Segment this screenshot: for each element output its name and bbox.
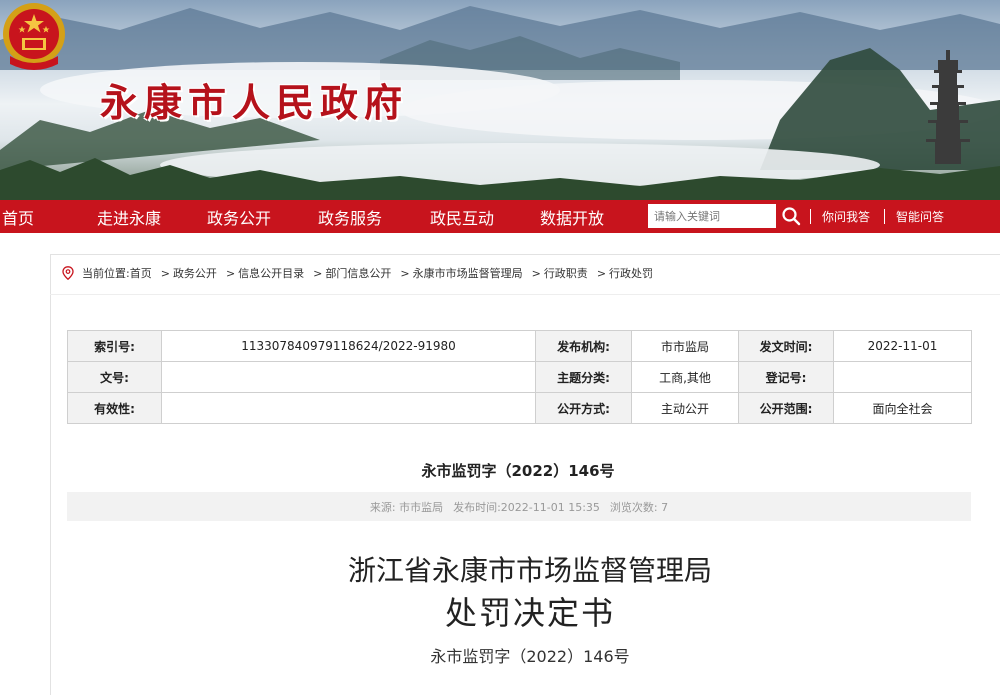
table-row: 索引号: 113307840979118624/2022-91980 发布机构:… — [67, 330, 972, 362]
header-banner: 永康市人民政府 — [0, 0, 1000, 200]
nav-home[interactable]: 首页 — [2, 205, 34, 229]
table-row: 文号: 主题分类: 工商,其他 登记号: — [67, 361, 972, 393]
breadcrumb-separator: > — [596, 266, 607, 280]
breadcrumb-prefix: 当前位置: — [82, 267, 130, 280]
meta-label-doc-number: 文号: — [67, 361, 162, 393]
breadcrumb-item-catalog[interactable]: 信息公开目录 — [238, 265, 304, 281]
nav-gov-services[interactable]: 政务服务 — [318, 205, 382, 229]
location-pin-icon — [62, 266, 74, 280]
breadcrumb-item-duties[interactable]: 行政职责 — [544, 265, 588, 281]
meta-value-topic: 工商,其他 — [631, 361, 739, 393]
meta-value-open-scope: 面向全社会 — [833, 392, 972, 424]
breadcrumb-item-dept-open[interactable]: 部门信息公开 — [325, 265, 391, 281]
document-publish-time: 发布时间:2022-11-01 15:35 — [453, 500, 600, 514]
document-source: 来源: 市市监局 — [369, 500, 444, 514]
document-meta-table: 索引号: 113307840979118624/2022-91980 发布机构:… — [67, 330, 972, 424]
meta-label-validity: 有效性: — [67, 392, 162, 424]
nav-about[interactable]: 走进永康 — [97, 205, 161, 229]
breadcrumb-item-penalty[interactable]: 行政处罚 — [609, 265, 653, 281]
breadcrumb-divider — [50, 294, 1000, 295]
breadcrumb-item-gov-open[interactable]: 政务公开 — [173, 265, 217, 281]
document-info-bar: 来源: 市市监局 发布时间:2022-11-01 15:35 浏览次数: 7 — [67, 492, 971, 521]
nav-divider — [810, 209, 811, 224]
meta-label-registration: 登记号: — [738, 361, 834, 393]
nav-divider — [884, 209, 885, 224]
meta-label-topic: 主题分类: — [535, 361, 632, 393]
breadcrumb-separator: > — [160, 266, 170, 280]
site-title[interactable]: 永康市人民政府 — [100, 72, 408, 127]
breadcrumb-item-bureau[interactable]: 永康市市场监督管理局 — [413, 265, 523, 281]
meta-label-open-method: 公开方式: — [535, 392, 632, 424]
meta-value-registration — [833, 361, 972, 393]
document-number-heading: 永市监罚字（2022）146号 — [421, 462, 615, 480]
nav-link-qa[interactable]: 你问我答 — [822, 208, 870, 225]
meta-value-publisher: 市市监局 — [631, 330, 739, 362]
meta-value-issue-date: 2022-11-01 — [833, 330, 972, 362]
meta-label-publisher: 发布机构: — [535, 330, 632, 362]
search-icon[interactable] — [781, 206, 801, 226]
document-title: 处罚决定书 — [444, 594, 615, 632]
meta-value-index: 113307840979118624/2022-91980 — [161, 330, 536, 362]
nav-link-smart-qa[interactable]: 智能问答 — [896, 208, 944, 225]
meta-value-validity — [161, 392, 536, 424]
breadcrumb-item-home[interactable]: 首页 — [130, 265, 152, 281]
meta-label-open-scope: 公开范围: — [738, 392, 834, 424]
meta-label-issue-date: 发文时间: — [738, 330, 834, 362]
breadcrumb-separator: > — [313, 266, 323, 280]
nav-interaction[interactable]: 政民互动 — [430, 205, 494, 229]
breadcrumb: 当前位置: 首页 > 政务公开 > 信息公开目录 > 部门信息公开 > 永康市市… — [62, 264, 662, 282]
nav-data-open[interactable]: 数据开放 — [540, 205, 604, 229]
breadcrumb-separator: > — [531, 266, 541, 280]
document-title-issuer: 浙江省永康市市场监督管理局 — [347, 554, 712, 587]
meta-label-index: 索引号: — [67, 330, 162, 362]
meta-value-open-method: 主动公开 — [631, 392, 739, 424]
search-input[interactable] — [648, 204, 776, 228]
breadcrumb-separator: > — [400, 266, 410, 280]
document-number-line: 永市监罚字（2022）146号 — [430, 647, 630, 666]
table-row: 有效性: 公开方式: 主动公开 公开范围: 面向全社会 — [67, 392, 972, 424]
document-view-count: 浏览次数: 7 — [609, 500, 669, 514]
nav-gov-affairs-open[interactable]: 政务公开 — [207, 205, 271, 229]
main-nav: 首页 走进永康 政务公开 政务服务 政民互动 数据开放 你问我答 智能问答 — [0, 200, 1000, 233]
meta-value-doc-number — [161, 361, 536, 393]
national-emblem-icon — [3, 3, 65, 70]
breadcrumb-separator: > — [225, 266, 236, 280]
